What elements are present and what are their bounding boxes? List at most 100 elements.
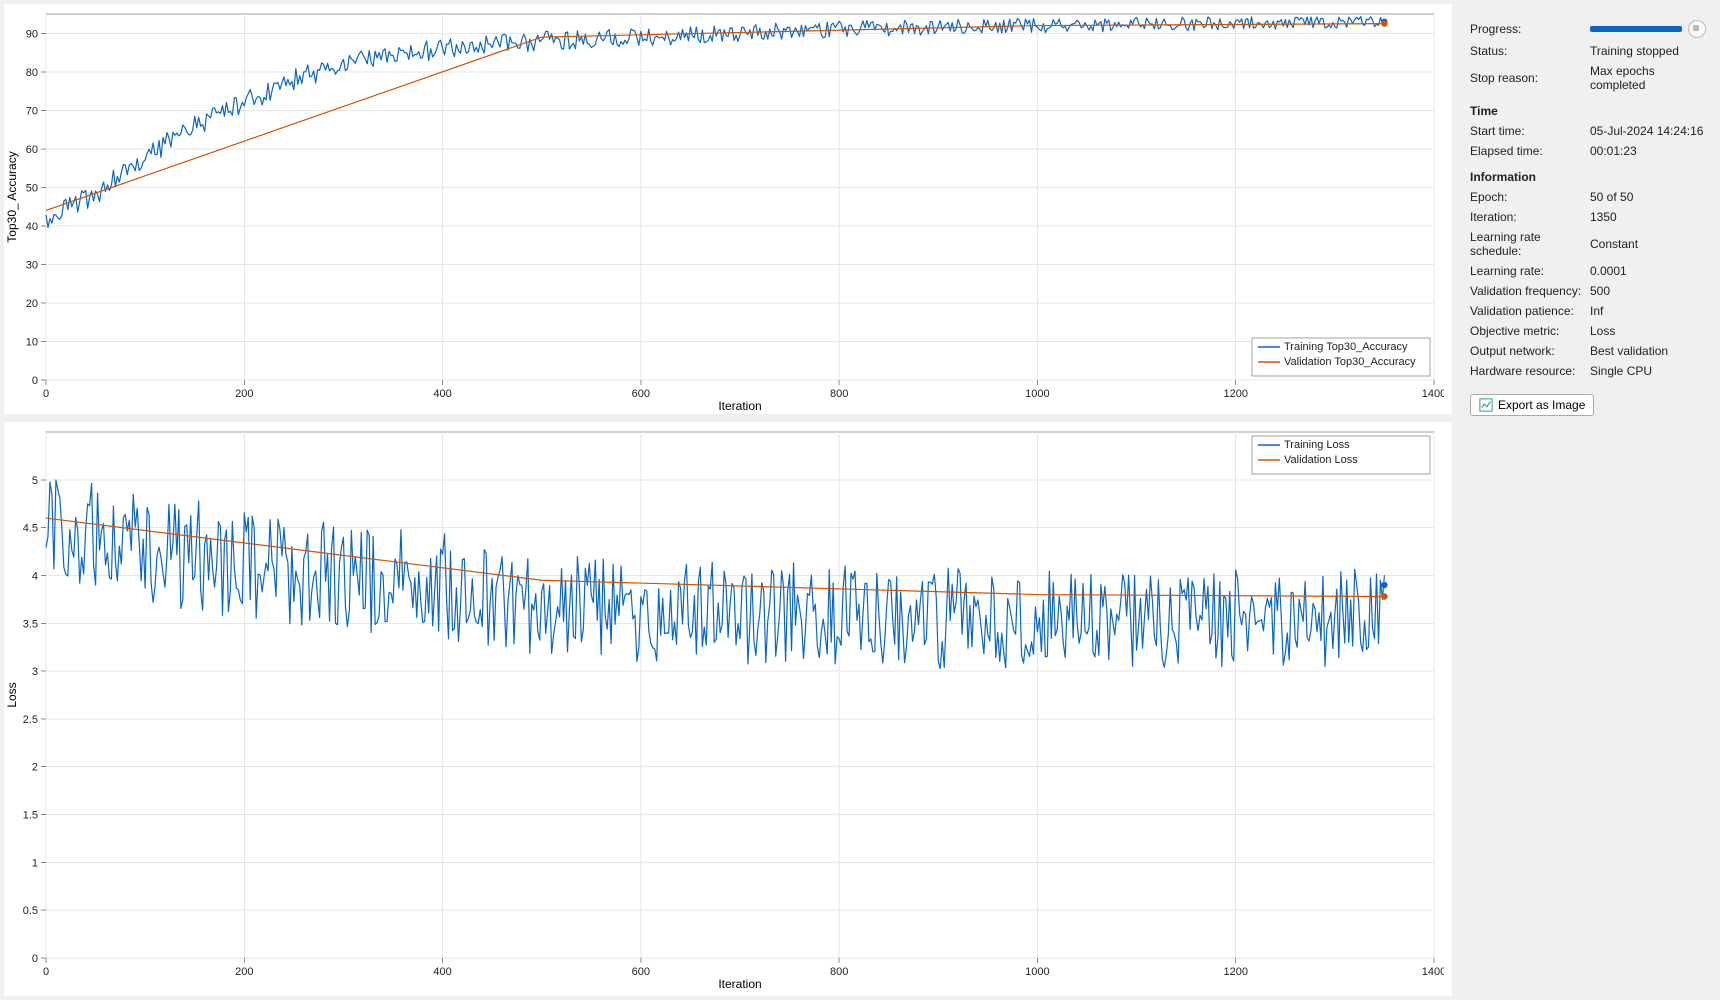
svg-text:Loss: Loss	[5, 682, 19, 707]
svg-text:3.5: 3.5	[23, 618, 38, 630]
val-freq-row: Validation frequency: 500	[1470, 284, 1706, 298]
info-header: Information	[1470, 170, 1706, 184]
iteration-row: Iteration: 1350	[1470, 210, 1706, 224]
svg-text:1.5: 1.5	[23, 810, 38, 822]
lr-row: Learning rate: 0.0001	[1470, 264, 1706, 278]
stop-icon[interactable]	[1688, 20, 1706, 38]
svg-text:30: 30	[26, 259, 38, 271]
info-sidebar: Progress: Status: Training stopped Stop …	[1460, 0, 1720, 1000]
progress-label: Progress:	[1470, 22, 1590, 36]
lr-schedule-row: Learning rate schedule: Constant	[1470, 230, 1706, 258]
export-label: Export as Image	[1498, 398, 1585, 412]
obj-metric-label: Objective metric:	[1470, 324, 1590, 338]
obj-metric-value: Loss	[1590, 324, 1706, 338]
val-patience-value: Inf	[1590, 304, 1706, 318]
iteration-value: 1350	[1590, 210, 1706, 224]
svg-text:Training Loss: Training Loss	[1284, 439, 1350, 451]
svg-text:1000: 1000	[1025, 388, 1049, 400]
svg-text:0: 0	[32, 375, 38, 387]
app-root: 0102030405060708090020040060080010001200…	[0, 0, 1720, 1000]
val-patience-label: Validation patience:	[1470, 304, 1590, 318]
start-time-label: Start time:	[1470, 124, 1590, 138]
progress-bar	[1590, 26, 1682, 32]
svg-text:Iteration: Iteration	[718, 977, 761, 991]
obj-metric-row: Objective metric: Loss	[1470, 324, 1706, 338]
svg-text:800: 800	[830, 966, 848, 978]
progress-row: Progress:	[1470, 20, 1706, 38]
svg-text:0: 0	[43, 388, 49, 400]
svg-text:400: 400	[433, 966, 451, 978]
hw-value: Single CPU	[1590, 364, 1706, 378]
svg-text:40: 40	[26, 221, 38, 233]
plot-column: 0102030405060708090020040060080010001200…	[0, 0, 1460, 1000]
svg-text:800: 800	[830, 388, 848, 400]
elapsed-value: 00:01:23	[1590, 144, 1706, 158]
svg-text:4: 4	[32, 570, 38, 582]
loss-chart: 0 0.5 1 1.5 2 2.5 3 3.5 4 4.5 5 0 200 400 600 800 1000 12…	[4, 422, 1444, 992]
svg-text:0.5: 0.5	[23, 905, 38, 917]
lr-value: 0.0001	[1590, 264, 1706, 278]
iteration-label: Iteration:	[1470, 210, 1590, 224]
svg-text:Iteration: Iteration	[718, 399, 761, 413]
svg-text:2: 2	[32, 762, 38, 774]
svg-text:1000: 1000	[1025, 966, 1049, 978]
svg-text:1200: 1200	[1223, 966, 1247, 978]
hw-row: Hardware resource: Single CPU	[1470, 364, 1706, 378]
svg-text:60: 60	[26, 144, 38, 156]
lr-schedule-label: Learning rate schedule:	[1470, 230, 1590, 258]
status-value: Training stopped	[1590, 44, 1706, 58]
svg-text:Training Top30_Accuracy: Training Top30_Accuracy	[1284, 341, 1408, 353]
export-icon	[1479, 398, 1493, 412]
val-freq-label: Validation frequency:	[1470, 284, 1590, 298]
svg-text:Validation Top30_Accuracy: Validation Top30_Accuracy	[1284, 356, 1416, 368]
svg-text:2.5: 2.5	[23, 714, 38, 726]
svg-text:0: 0	[32, 953, 38, 965]
epoch-value: 50 of 50	[1590, 190, 1706, 204]
svg-text:70: 70	[26, 105, 38, 117]
accuracy-chart: 0 10 20 30 40 50 60 70 80 90 0 200 400 600 800 1000 1200…	[4, 4, 1444, 414]
svg-text:90: 90	[26, 28, 38, 40]
out-net-value: Best validation	[1590, 344, 1706, 358]
svg-text:0: 0	[43, 966, 49, 978]
svg-text:5: 5	[32, 475, 38, 487]
elapsed-label: Elapsed time:	[1470, 144, 1590, 158]
epoch-row: Epoch: 50 of 50	[1470, 190, 1706, 204]
start-time-value: 05-Jul-2024 14:24:16	[1590, 124, 1706, 138]
val-patience-row: Validation patience: Inf	[1470, 304, 1706, 318]
svg-text:200: 200	[235, 388, 253, 400]
loss-panel: 0 0.5 1 1.5 2 2.5 3 3.5 4 4.5 5 0 200 400 600 800 1000 12…	[4, 422, 1452, 996]
svg-text:3: 3	[32, 666, 38, 678]
lr-schedule-value: Constant	[1590, 237, 1706, 251]
epoch-label: Epoch:	[1470, 190, 1590, 204]
svg-text:Top30_ Accuracy: Top30_ Accuracy	[5, 151, 19, 242]
svg-text:80: 80	[26, 67, 38, 79]
stop-reason-row: Stop reason: Max epochs completed	[1470, 64, 1706, 92]
status-label: Status:	[1470, 44, 1590, 58]
svg-text:10: 10	[26, 336, 38, 348]
stop-reason-value: Max epochs completed	[1590, 64, 1706, 92]
hw-label: Hardware resource:	[1470, 364, 1590, 378]
status-row: Status: Training stopped	[1470, 44, 1706, 58]
svg-text:1400: 1400	[1422, 388, 1444, 400]
svg-text:1: 1	[32, 857, 38, 869]
out-net-label: Output network:	[1470, 344, 1590, 358]
svg-text:50: 50	[26, 182, 38, 194]
stop-reason-label: Stop reason:	[1470, 71, 1590, 85]
val-freq-value: 500	[1590, 284, 1706, 298]
svg-text:4.5: 4.5	[23, 523, 38, 535]
svg-text:20: 20	[26, 298, 38, 310]
svg-text:Validation Loss: Validation Loss	[1284, 454, 1358, 466]
svg-text:400: 400	[433, 388, 451, 400]
svg-text:600: 600	[632, 388, 650, 400]
svg-text:1200: 1200	[1223, 388, 1247, 400]
elapsed-row: Elapsed time: 00:01:23	[1470, 144, 1706, 158]
svg-text:200: 200	[235, 966, 253, 978]
out-net-row: Output network: Best validation	[1470, 344, 1706, 358]
time-header: Time	[1470, 104, 1706, 118]
export-button[interactable]: Export as Image	[1470, 394, 1594, 416]
svg-text:600: 600	[632, 966, 650, 978]
start-time-row: Start time: 05-Jul-2024 14:24:16	[1470, 124, 1706, 138]
accuracy-panel: 0 10 20 30 40 50 60 70 80 90 0 200 400 600 800 1000 1200…	[4, 4, 1452, 414]
svg-text:1400: 1400	[1422, 966, 1444, 978]
lr-label: Learning rate:	[1470, 264, 1590, 278]
